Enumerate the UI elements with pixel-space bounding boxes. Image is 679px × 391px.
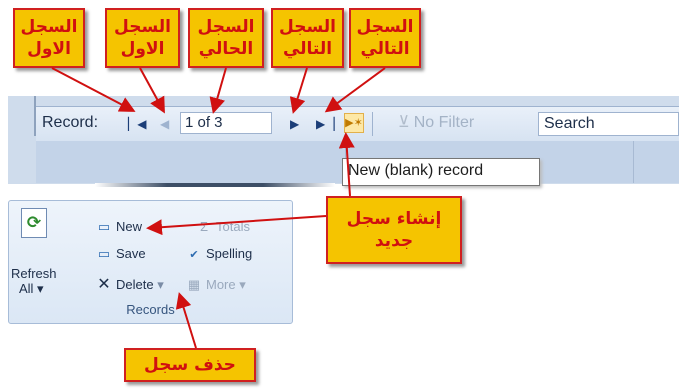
no-filter-button[interactable]: ⊻ No Filter [398,112,474,132]
totals-label: Totals [216,219,250,234]
callout-delete-record: حذف سجل [124,348,256,382]
save-icon: ▭ [97,246,111,261]
current-record-input[interactable]: 1 of 3 [180,112,272,134]
callout-new-record: إنشاء سجل جديد [326,196,462,264]
no-filter-label: No Filter [413,114,475,131]
callout-new-record-line2: جديد [374,231,414,251]
new-record-tooltip: New (blank) record [342,158,540,186]
sigma-icon: Σ [199,219,209,234]
callout-current-record-line2: الحالي [198,39,254,59]
delete-label: Delete [116,277,154,292]
filter-icon: ⊻ [398,114,410,131]
callout-first-record: السجل الاول [13,8,85,68]
new-label: New [116,219,143,234]
last-record-icon[interactable]: ▶▕ [316,114,334,134]
new-button[interactable]: ▭ New [96,219,142,235]
callout-next-record-line1: السجل [279,17,336,37]
callout-delete-record-line1: حذف سجل [144,355,236,375]
callout-last-record-line1: السجل [356,17,414,37]
callout-current-record-line1: السجل [197,17,255,37]
new-icon: ▭ [97,219,111,234]
nav-separator [372,112,373,136]
new-record-icon[interactable]: ▶✶ [344,113,364,133]
callout-previous-record-line2: الاول [120,39,165,59]
table-icon: ▦ [187,277,201,292]
callout-first-record-line2: الاول [27,39,71,59]
search-input[interactable]: Search [538,112,679,136]
scroll-shadow [95,183,335,187]
refresh-all-label[interactable]: Refresh [11,266,57,282]
callout-previous-record-line1: السجل [114,17,171,37]
save-button[interactable]: ▭ Save [96,246,146,262]
previous-record-icon[interactable]: ◀ [160,114,169,134]
callout-next-record: السجل التالي [271,8,344,68]
refresh-icon[interactable]: ⟳ [21,208,47,238]
callout-last-record-line2: التالي [360,39,410,59]
more-label: More [206,277,236,292]
callout-new-record-line1: إنشاء سجل [346,209,442,229]
spelling-icon: ✔ [189,249,199,261]
save-label: Save [116,246,146,261]
refresh-all-dropdown[interactable]: All ▾ [19,281,44,297]
callout-next-record-line2: التالي [282,39,333,59]
totals-button[interactable]: Σ Totals [196,219,250,235]
delete-dropdown-icon: ▾ [153,277,164,292]
spelling-label: Spelling [206,246,253,261]
callout-previous-record: السجل الاول [105,8,180,68]
callout-first-record-line1: السجل [20,17,78,37]
column-divider [633,141,634,183]
delete-button[interactable]: ✕ Delete ▾ [96,276,164,293]
spelling-button[interactable]: ✔ Spelling [186,246,252,263]
more-dropdown-icon: ▾ [235,277,246,292]
callout-current-record: السجل الحالي [188,8,264,68]
first-record-icon[interactable]: ▏◀ [128,114,146,134]
record-label: Record: [42,114,99,131]
more-button[interactable]: ▦ More ▾ [186,277,246,293]
records-group-title: Records [126,302,175,317]
delete-icon: ✕ [97,276,111,293]
callout-last-record: السجل التالي [349,8,421,68]
next-record-icon[interactable]: ▶ [290,114,299,134]
